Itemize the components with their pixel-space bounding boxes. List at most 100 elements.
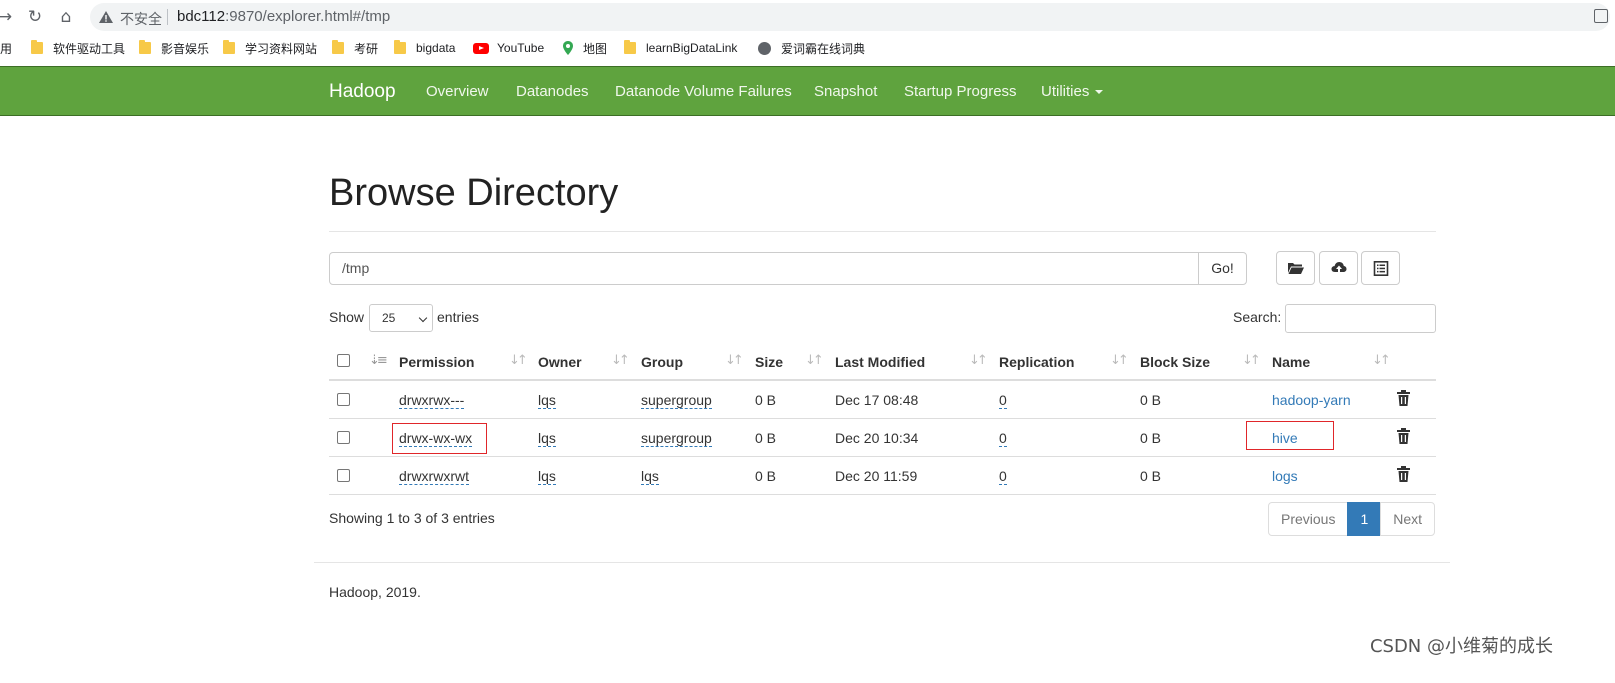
replication-cell[interactable]: 0 [999, 468, 1007, 485]
sort-icon[interactable]: ↓↑ [509, 353, 528, 368]
column-name[interactable]: Name [1272, 354, 1310, 370]
bookmark-item[interactable]: learnBigDataLink [624, 38, 737, 58]
nav-startup-progress[interactable]: Startup Progress [904, 83, 1017, 100]
column-permission[interactable]: Permission [399, 354, 474, 370]
bookmark-apps[interactable]: 用 [0, 38, 12, 58]
folder-open-icon [1288, 263, 1304, 274]
create-directory-button[interactable] [1276, 251, 1315, 285]
sort-icon[interactable]: ↓↑ [805, 353, 824, 368]
name-link[interactable]: logs [1272, 468, 1298, 484]
column-group[interactable]: Group [641, 354, 683, 370]
folder-icon [31, 40, 43, 54]
pagination: Previous 1 Next [1268, 502, 1436, 536]
show-label: Show [329, 309, 365, 325]
nav-datanodes[interactable]: Datanodes [516, 83, 589, 100]
block-size-cell: 0 B [1140, 468, 1162, 484]
owner-cell[interactable]: lqs [538, 392, 556, 409]
next-page-button[interactable]: Next [1380, 502, 1436, 536]
replication-cell[interactable]: 0 [999, 430, 1007, 447]
column-owner[interactable]: Owner [538, 354, 582, 370]
cut-paste-button[interactable] [1361, 251, 1400, 285]
upload-files-button[interactable] [1319, 251, 1358, 285]
modified-cell: Dec 17 08:48 [835, 392, 919, 408]
table-row: drwx-wx-wx lqs supergroup 0 B Dec 20 10:… [329, 419, 1436, 457]
row-checkbox[interactable] [337, 469, 350, 482]
owner-cell[interactable]: lqs [538, 430, 556, 447]
sort-icon[interactable]: ↓↑ [611, 353, 630, 368]
divider [167, 9, 168, 25]
trash-icon[interactable] [1397, 428, 1410, 444]
row-checkbox[interactable] [337, 431, 350, 444]
bookmark-item[interactable]: YouTube [473, 38, 544, 58]
bookmark-item[interactable]: 考研 [332, 38, 378, 58]
sort-asc-icon[interactable]: ⇣≡ [369, 353, 388, 368]
nav-datanode-volume-failures[interactable]: Datanode Volume Failures [615, 83, 792, 100]
sort-icon[interactable]: ↓↑ [1242, 353, 1261, 368]
search-input[interactable] [1285, 304, 1436, 333]
previous-page-button[interactable]: Previous [1268, 502, 1349, 536]
row-checkbox[interactable] [337, 393, 350, 406]
group-cell[interactable]: supergroup [641, 430, 712, 447]
bookmark-label: 软件驱动工具 [53, 41, 126, 56]
permission-cell[interactable]: drwxrwxrwt [399, 468, 469, 485]
trash-icon[interactable] [1397, 390, 1410, 406]
nav-snapshot[interactable]: Snapshot [814, 83, 877, 100]
sort-icon[interactable]: ↓↑ [725, 353, 744, 368]
sort-icon[interactable]: ↓↑ [1110, 353, 1129, 368]
watermark: CSDN @小维菊的成长 [1369, 636, 1553, 657]
address-bar[interactable]: 不安全 bdc112:9870/explorer.html#/tmp [90, 3, 1610, 31]
nav-utilities[interactable]: Utilities [1041, 83, 1104, 100]
owner-cell[interactable]: lqs [538, 468, 556, 485]
caret-down-icon [1095, 90, 1104, 95]
group-cell[interactable]: lqs [641, 468, 659, 485]
url-text[interactable]: bdc112:9870/explorer.html#/tmp [177, 8, 390, 25]
youtube-icon [473, 42, 489, 54]
folder-icon [332, 40, 344, 54]
block-size-cell: 0 B [1140, 392, 1162, 408]
entries-label: entries [437, 309, 480, 325]
extension-icon[interactable] [1594, 9, 1608, 23]
column-size[interactable]: Size [755, 354, 783, 370]
column-last-modified[interactable]: Last Modified [835, 354, 925, 370]
name-link[interactable]: hadoop-yarn [1272, 392, 1351, 408]
nav-overview[interactable]: Overview [426, 83, 489, 100]
footer-text: Hadoop, 2019. [329, 584, 421, 600]
directory-path-input[interactable]: /tmp [329, 252, 1199, 285]
bookmarks-bar: 用 软件驱动工具 影音娱乐 学习资料网站 考研 bigdata YouTube … [0, 38, 1615, 58]
bookmark-label: 爱词霸在线词典 [781, 41, 866, 56]
trash-icon[interactable] [1397, 466, 1410, 482]
go-button[interactable]: Go! [1198, 252, 1247, 285]
address-row: → ↻ ⌂ 不安全 bdc112:9870/explorer.html#/tmp [0, 0, 1615, 34]
select-all-checkbox[interactable] [337, 354, 350, 367]
warning-icon [99, 11, 113, 23]
table-row: drwxrwxrwt lqs lqs 0 B Dec 20 11:59 0 0 … [329, 457, 1436, 495]
size-cell: 0 B [755, 468, 777, 484]
top-navbar: Hadoop Overview Datanodes Datanode Volum… [0, 66, 1615, 116]
page-1-button[interactable]: 1 [1347, 502, 1382, 536]
home-icon[interactable]: ⌂ [55, 6, 77, 28]
group-cell[interactable]: supergroup [641, 392, 712, 409]
bookmark-item[interactable]: 软件驱动工具 [31, 38, 125, 58]
table-info: Showing 1 to 3 of 3 entries [329, 510, 495, 526]
bookmark-item[interactable]: bigdata [394, 38, 455, 58]
security-status: 不安全 [120, 11, 162, 27]
bookmark-item[interactable]: 影音娱乐 [139, 38, 209, 58]
replication-cell[interactable]: 0 [999, 392, 1007, 409]
permission-cell[interactable]: drwxrwx--- [399, 392, 465, 409]
bookmark-item[interactable]: 爱词霸在线词典 [758, 38, 865, 58]
bookmark-label: YouTube [497, 41, 545, 55]
column-block-size[interactable]: Block Size [1140, 354, 1210, 370]
block-size-cell: 0 B [1140, 430, 1162, 446]
sort-icon[interactable]: ↓↑ [969, 353, 988, 368]
brand-logo[interactable]: Hadoop [329, 81, 396, 103]
sort-icon[interactable]: ↓↑ [1372, 353, 1391, 368]
bookmark-label: 考研 [354, 41, 379, 56]
bookmark-label: 学习资料网站 [245, 41, 318, 56]
permission-highlight-box [392, 423, 487, 454]
column-replication[interactable]: Replication [999, 354, 1074, 370]
bookmark-item[interactable]: 地图 [563, 38, 607, 58]
reload-icon[interactable]: ↻ [24, 6, 46, 28]
bookmark-item[interactable]: 学习资料网站 [223, 38, 317, 58]
forward-arrow-icon[interactable]: → [0, 6, 16, 28]
entries-per-page-select[interactable]: 25 [369, 304, 433, 332]
